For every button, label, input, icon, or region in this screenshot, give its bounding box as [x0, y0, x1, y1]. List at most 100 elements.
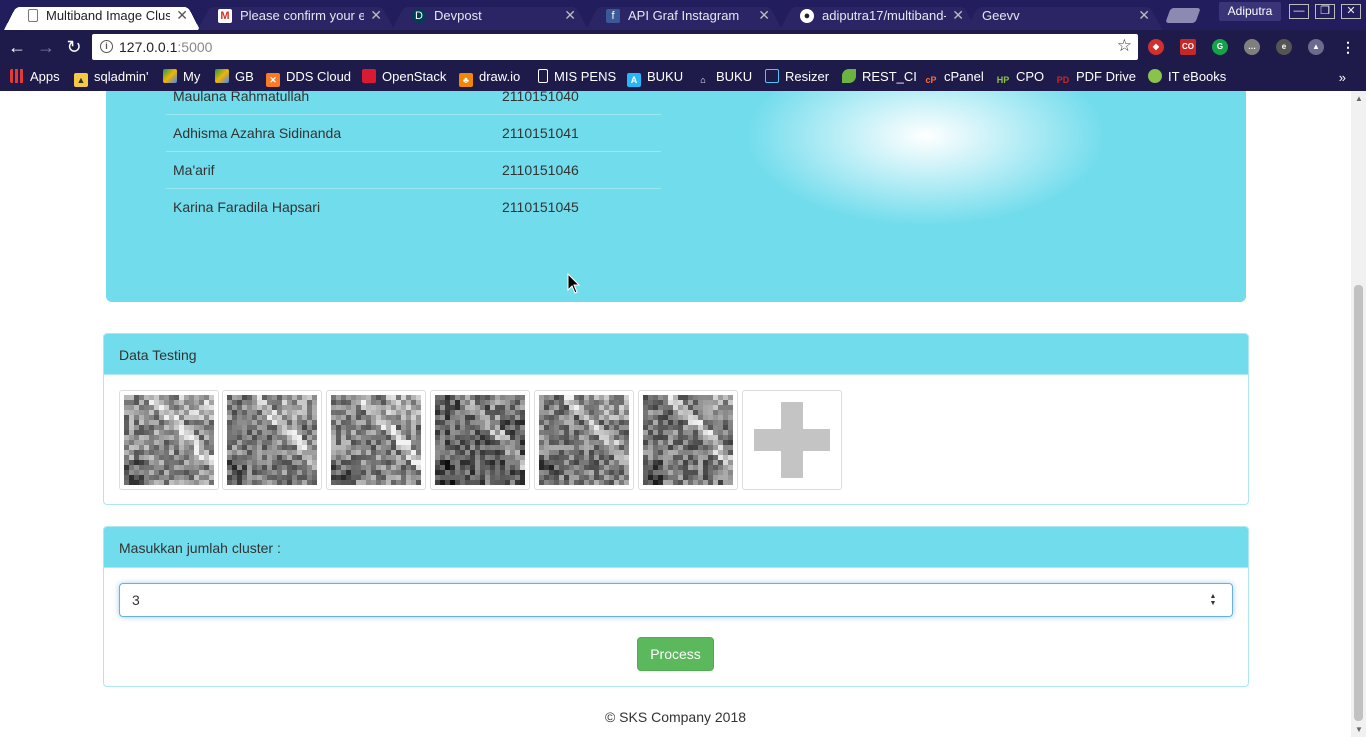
- chat-extension-icon[interactable]: …: [1244, 39, 1260, 55]
- reload-icon[interactable]: ↻: [63, 36, 85, 58]
- bookmark-mis-pens[interactable]: MIS PENS: [538, 69, 616, 87]
- pixel-cell: [609, 470, 615, 476]
- pixel-cell: [564, 465, 570, 471]
- grammarly-extension-icon[interactable]: G: [1212, 39, 1228, 55]
- bookmark-buku-2[interactable]: ⌂ BUKU: [696, 69, 752, 87]
- scroll-down-icon[interactable]: ▼: [1355, 725, 1363, 734]
- bookmark-it-ebooks[interactable]: IT eBooks: [1148, 69, 1226, 87]
- tab-instagram-api[interactable]: f API Graf Instagram ✕: [586, 3, 782, 30]
- tab-geevv[interactable]: Geevv ✕: [966, 3, 1162, 30]
- bookmark-my[interactable]: My: [163, 69, 200, 87]
- tab-multiband[interactable]: Multiband Image Cluste ✕: [4, 3, 200, 30]
- scroll-up-icon[interactable]: ▲: [1355, 94, 1363, 103]
- thumbnail[interactable]: [638, 390, 738, 490]
- vertical-scrollbar[interactable]: ▲ ▼: [1351, 91, 1366, 737]
- pixel-cell: [401, 400, 407, 406]
- bookmark-sqladmin[interactable]: ▲ sqladmin': [74, 69, 149, 87]
- pixel-cell: [683, 460, 689, 466]
- pixel-cell: [272, 425, 278, 431]
- pixel-cell: [381, 410, 387, 416]
- restore-icon[interactable]: ❐: [1315, 4, 1335, 19]
- pixel-cell: [277, 410, 283, 416]
- pixel-cell: [396, 450, 402, 456]
- pixel-cell: [371, 460, 377, 466]
- pixel-cell: [381, 420, 387, 426]
- address-bar[interactable]: i 127.0.0.1:5000 ☆: [92, 34, 1138, 60]
- pixel-cell: [331, 470, 337, 476]
- screen-extension-icon[interactable]: ▲: [1308, 39, 1324, 55]
- close-icon[interactable]: ✕: [1138, 7, 1150, 24]
- pixel-cell: [505, 475, 511, 481]
- bookmark-dds-cloud[interactable]: ✕ DDS Cloud: [266, 69, 351, 87]
- pixel-cell: [179, 410, 185, 416]
- pixel-cell: [179, 395, 185, 401]
- pixel-cell: [698, 410, 704, 416]
- add-image-button[interactable]: [742, 390, 842, 490]
- pixel-cell: [455, 470, 461, 476]
- pixel-cell: [505, 465, 511, 471]
- pixel-cell: [500, 460, 506, 466]
- bookmark-drawio[interactable]: ♣ draw.io: [459, 69, 520, 87]
- pixel-cell: [416, 455, 421, 461]
- bookmark-cpo[interactable]: HP CPO: [996, 69, 1044, 87]
- bookmark-star-icon[interactable]: ☆: [1117, 36, 1132, 56]
- thumbnail[interactable]: [430, 390, 530, 490]
- forward-icon[interactable]: →: [35, 36, 57, 58]
- cluster-count-input[interactable]: [119, 583, 1233, 617]
- bookmark-cpanel[interactable]: cP cPanel: [924, 69, 983, 87]
- pixel-cell: [609, 405, 615, 411]
- pixel-cell: [124, 445, 130, 451]
- pixel-cell: [579, 435, 585, 441]
- shield-extension-icon[interactable]: ◆: [1148, 39, 1164, 55]
- close-icon[interactable]: ✕: [758, 7, 770, 24]
- pixel-cell: [247, 470, 253, 476]
- pixel-cell: [470, 470, 476, 476]
- number-spinner-icon[interactable]: ▲ ▼: [1207, 593, 1219, 607]
- close-icon[interactable]: ✕: [564, 7, 576, 24]
- tab-devpost[interactable]: D Devpost ✕: [392, 3, 588, 30]
- profile-button[interactable]: Adiputra: [1219, 2, 1281, 21]
- bookmark-resizer[interactable]: Resizer: [765, 69, 829, 87]
- pixel-cell: [678, 400, 684, 406]
- menu-icon[interactable]: ⋮: [1340, 39, 1356, 55]
- bookmark-apps[interactable]: Apps: [10, 69, 60, 87]
- evernote-extension-icon[interactable]: e: [1276, 39, 1292, 55]
- pixel-cell: [693, 415, 699, 421]
- tab-github[interactable]: ● adiputra17/multiband-i ✕: [780, 3, 976, 30]
- pixel-cell: [237, 400, 243, 406]
- thumbnail[interactable]: [222, 390, 322, 490]
- pixel-cell: [386, 450, 392, 456]
- close-icon[interactable]: ✕: [370, 7, 382, 24]
- bookmark-pdf-drive[interactable]: PD PDF Drive: [1056, 69, 1136, 87]
- minimize-icon[interactable]: —: [1289, 4, 1309, 19]
- pixel-cell: [336, 465, 342, 471]
- pixel-cell: [549, 480, 555, 485]
- pixel-cell: [252, 465, 258, 471]
- pixel-cell: [134, 445, 140, 451]
- cors-extension-icon[interactable]: CO: [1180, 39, 1196, 55]
- back-icon[interactable]: ←: [6, 36, 28, 58]
- bookmark-buku-1[interactable]: A BUKU: [627, 69, 683, 87]
- close-window-icon[interactable]: ✕: [1341, 4, 1361, 19]
- pixel-cell: [144, 440, 150, 446]
- pixel-cell: [396, 435, 402, 441]
- thumbnail[interactable]: [119, 390, 219, 490]
- bookmark-openstack[interactable]: OpenStack: [362, 69, 446, 87]
- pixel-cell: [465, 430, 471, 436]
- bookmark-rest-ci[interactable]: REST_CI: [842, 69, 917, 87]
- tab-gmail[interactable]: M Please confirm your em ✕: [198, 3, 394, 30]
- close-icon[interactable]: ✕: [952, 7, 964, 24]
- pixel-cell: [307, 460, 313, 466]
- bookmark-gb[interactable]: GB: [215, 69, 254, 87]
- pixel-cell: [184, 405, 190, 411]
- new-tab-button[interactable]: [1165, 8, 1201, 23]
- thumbnail[interactable]: [326, 390, 426, 490]
- more-bookmarks-icon[interactable]: »: [1339, 70, 1346, 85]
- thumbnail[interactable]: [534, 390, 634, 490]
- close-icon[interactable]: ✕: [176, 7, 188, 24]
- info-icon[interactable]: i: [100, 40, 113, 53]
- process-button[interactable]: Process: [637, 637, 714, 671]
- pixel-cell: [209, 460, 214, 466]
- scrollbar-thumb[interactable]: [1354, 285, 1363, 721]
- pixel-cell: [144, 445, 150, 451]
